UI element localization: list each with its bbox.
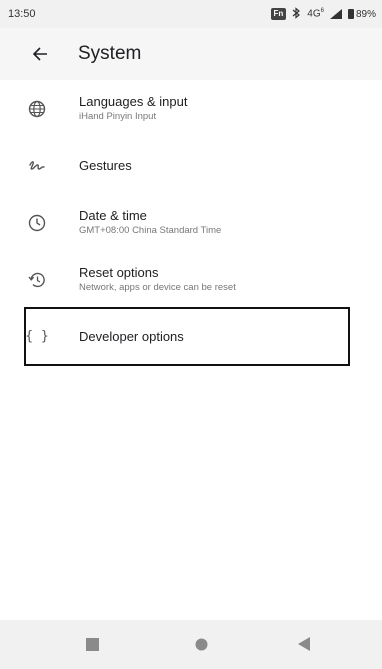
- settings-item-title: Reset options: [79, 265, 159, 280]
- app-bar: System: [0, 28, 382, 80]
- triangle-back-icon: [297, 637, 310, 651]
- settings-list: Languages & input iHand Pinyin Input Ges…: [0, 80, 382, 365]
- nav-back-button[interactable]: [289, 629, 319, 659]
- fn-badge: Fn: [270, 8, 287, 20]
- page-title: System: [78, 43, 142, 64]
- settings-item-date-time[interactable]: Date & time GMT+08:00 China Standard Tim…: [0, 194, 382, 251]
- clock-icon: [26, 212, 48, 234]
- settings-item-gestures[interactable]: Gestures: [0, 137, 382, 194]
- status-icons: Fn 4G6 89%: [270, 6, 376, 22]
- settings-item-text: Reset options Network, apps or device ca…: [79, 265, 236, 294]
- square-icon: [85, 637, 99, 651]
- recents-button[interactable]: [77, 629, 107, 659]
- signal-icon: [329, 9, 342, 19]
- settings-item-title: Gestures: [79, 157, 132, 173]
- braces-icon: { }: [25, 326, 49, 348]
- battery-icon: [347, 9, 354, 19]
- settings-item-text: Gestures: [79, 158, 132, 174]
- braces-glyph: { }: [25, 329, 49, 344]
- nav-bar: [0, 620, 382, 669]
- home-button[interactable]: [186, 629, 216, 659]
- globe-icon: [26, 98, 48, 120]
- settings-item-text: Developer options: [79, 329, 184, 345]
- settings-item-text: Languages & input iHand Pinyin Input: [79, 94, 187, 123]
- restore-icon: [26, 269, 48, 291]
- settings-item-subtitle: Network, apps or device can be reset: [79, 282, 236, 293]
- back-button[interactable]: [28, 42, 52, 66]
- settings-item-subtitle: iHand Pinyin Input: [79, 111, 157, 122]
- bluetooth-icon: [292, 6, 301, 22]
- status-bar: 13:50 Fn 4G6 89%: [0, 0, 382, 28]
- settings-item-title: Languages & input: [79, 94, 188, 109]
- settings-item-text: Date & time GMT+08:00 China Standard Tim…: [79, 208, 221, 237]
- settings-item-title: Developer options: [79, 328, 184, 344]
- settings-item-languages[interactable]: Languages & input iHand Pinyin Input: [0, 80, 382, 137]
- arrow-left-icon: [32, 47, 47, 61]
- battery-percent: 89%: [355, 8, 376, 20]
- network-label: 4G6: [307, 8, 324, 20]
- status-time: 13:50: [8, 8, 36, 20]
- settings-item-reset[interactable]: Reset options Network, apps or device ca…: [0, 251, 382, 308]
- battery-indicator: 89%: [347, 8, 376, 20]
- gesture-icon: [26, 155, 48, 177]
- settings-item-developer-options[interactable]: { } Developer options: [0, 308, 382, 365]
- settings-item-subtitle: GMT+08:00 China Standard Time: [79, 225, 222, 236]
- circle-icon: [195, 638, 207, 650]
- settings-item-title: Date & time: [79, 208, 147, 223]
